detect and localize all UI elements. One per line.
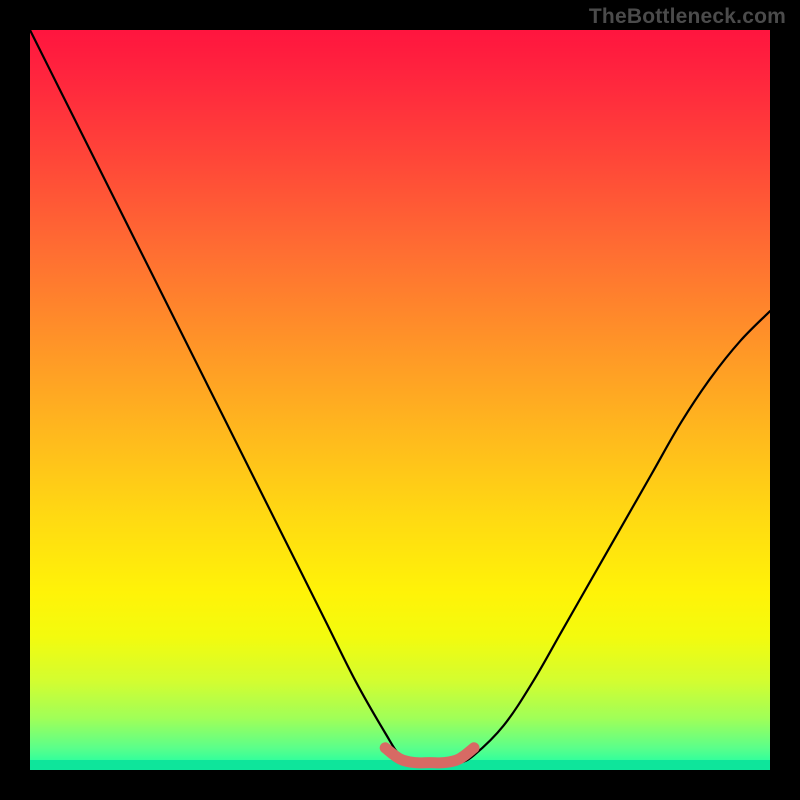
optimal-marker-line xyxy=(385,748,474,763)
chart-frame: TheBottleneck.com xyxy=(0,0,800,800)
curve-svg xyxy=(30,30,770,770)
bottleneck-curve-line xyxy=(30,30,770,763)
watermark-text: TheBottleneck.com xyxy=(589,5,786,29)
plot-area xyxy=(30,30,770,770)
